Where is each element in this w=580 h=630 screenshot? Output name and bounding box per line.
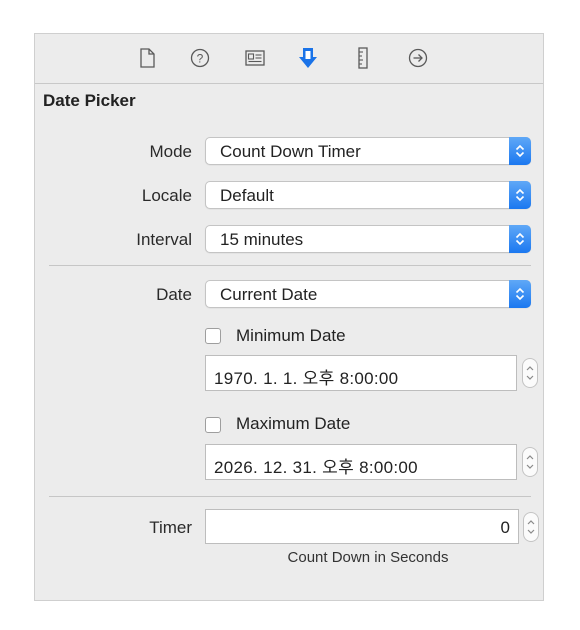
interval-label: Interval xyxy=(136,230,192,249)
timer-field[interactable]: 0 xyxy=(205,509,519,544)
timer-label: Timer xyxy=(149,518,192,537)
locale-label: Locale xyxy=(141,186,192,205)
maximum-date-value: 2026. 12. 31. 오후 8:00:00 xyxy=(214,458,418,477)
section-title: Date Picker xyxy=(43,91,136,110)
minimum-date-checkbox[interactable] xyxy=(205,328,221,344)
minimum-date-stepper[interactable] xyxy=(522,358,538,388)
locale-popup[interactable]: Default xyxy=(205,181,531,209)
mode-label: Mode xyxy=(149,142,192,161)
connections-icon[interactable] xyxy=(405,45,431,71)
date-value: Current Date xyxy=(220,285,318,304)
maximum-date-label[interactable]: Maximum Date xyxy=(236,414,350,434)
chevron-updown-icon xyxy=(509,225,531,253)
help-icon[interactable]: ? xyxy=(187,45,213,71)
minimum-date-value: 1970. 1. 1. 오후 8:00:00 xyxy=(214,369,399,388)
maximum-date-stepper[interactable] xyxy=(522,447,538,477)
divider xyxy=(49,496,531,497)
divider xyxy=(49,265,531,266)
interval-value: 15 minutes xyxy=(220,230,304,249)
chevron-updown-icon xyxy=(509,137,531,165)
attributes-icon[interactable] xyxy=(295,45,321,71)
svg-text:?: ? xyxy=(197,52,204,66)
chevron-updown-icon xyxy=(509,280,531,308)
mode-value: Count Down Timer xyxy=(220,142,361,161)
chevron-updown-icon xyxy=(509,181,531,209)
size-icon[interactable] xyxy=(350,45,376,71)
locale-value: Default xyxy=(220,186,274,205)
inspector-panel: ? Date Picker Mode Count Down Timer Loca… xyxy=(34,33,544,601)
file-icon[interactable] xyxy=(134,45,160,71)
date-label: Date xyxy=(156,285,192,304)
mode-popup[interactable]: Count Down Timer xyxy=(205,137,531,165)
identity-icon[interactable] xyxy=(242,45,268,71)
timer-stepper[interactable] xyxy=(523,512,539,542)
timer-caption: Count Down in Seconds xyxy=(287,549,449,566)
minimum-date-label[interactable]: Minimum Date xyxy=(236,326,346,346)
maximum-date-field[interactable]: 2026. 12. 31. 오후 8:00:00 xyxy=(205,444,517,480)
date-popup[interactable]: Current Date xyxy=(205,280,531,308)
inspector-toolbar: ? xyxy=(35,34,543,84)
interval-popup[interactable]: 15 minutes xyxy=(205,225,531,253)
minimum-date-field[interactable]: 1970. 1. 1. 오후 8:00:00 xyxy=(205,355,517,391)
timer-value: 0 xyxy=(500,518,510,537)
maximum-date-checkbox[interactable] xyxy=(205,417,221,433)
